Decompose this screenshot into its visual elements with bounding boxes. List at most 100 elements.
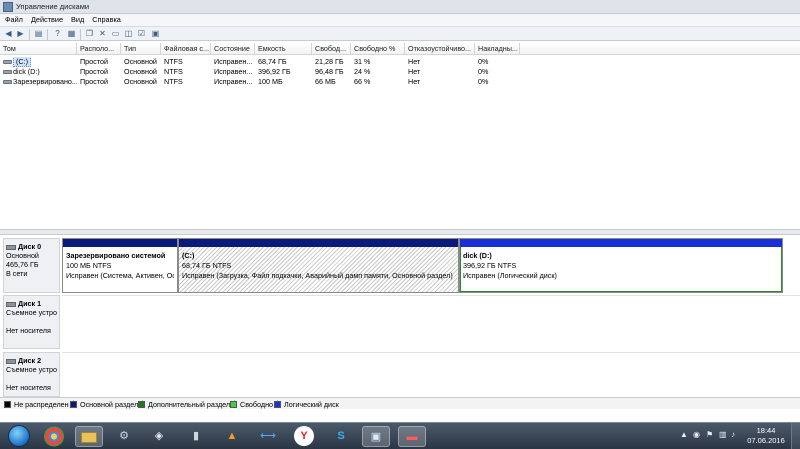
clock-date: 07.06.2016	[747, 436, 785, 445]
network-icon[interactable]: ▥	[719, 430, 727, 439]
column-filesystem[interactable]: Файловая с...	[161, 43, 211, 55]
volume-icon	[3, 80, 12, 85]
steam-icon[interactable]: ⚙	[110, 426, 138, 447]
disk-label[interactable]: Диск 1 Съемное устро Нет носителя	[3, 295, 60, 349]
disk-row: Диск 1 Съемное устро Нет носителя	[0, 295, 800, 351]
open-icon[interactable]: ◫	[123, 29, 134, 39]
yandex-icon[interactable]: Y	[294, 426, 314, 446]
column-layout[interactable]: Располо...	[77, 43, 121, 55]
flag-icon[interactable]: ⚑	[706, 430, 713, 439]
legend-swatch	[138, 401, 145, 408]
disk-size: 465,76 ГБ	[6, 260, 39, 269]
partition-type-bar	[63, 239, 177, 247]
menu-view[interactable]: Вид	[71, 15, 84, 24]
back-icon[interactable]: ◀	[3, 29, 14, 39]
show-desktop-button[interactable]	[791, 423, 800, 449]
column-overhead[interactable]: Накладны...	[475, 43, 520, 55]
disk-icon	[6, 301, 16, 307]
clock[interactable]: 18:44 07.06.2016	[745, 426, 787, 446]
status-cell: Исправен...	[214, 77, 253, 86]
disk-label[interactable]: Диск 0 Основной 465,76 ГБ В сети	[3, 238, 60, 293]
partition-info: dick (D:) 396,92 ГБ NTFS Исправен (Логич…	[463, 251, 779, 281]
disk-label[interactable]: Диск 2 Съемное устро Нет носителя	[3, 352, 60, 397]
disk-management-icon[interactable]: ▬	[398, 426, 426, 447]
column-free-space[interactable]: Свобод...	[312, 43, 351, 55]
window-title: Управление дисками	[16, 2, 90, 11]
volume-icon[interactable]: ♪	[731, 430, 735, 439]
tray-expand-icon[interactable]: ▲	[680, 430, 688, 439]
skype-icon[interactable]: S	[327, 426, 355, 447]
partition-reserved[interactable]: Зарезервировано системой 100 МБ NTFS Исп…	[62, 238, 178, 293]
teamviewer-icon[interactable]: ⟷	[254, 426, 282, 447]
unity-icon[interactable]: ◈	[145, 426, 173, 447]
properties-icon[interactable]: ▦	[66, 29, 77, 39]
capacity-cell: 396,92 ГБ	[258, 67, 291, 76]
media-icon[interactable]: ▮	[182, 426, 210, 447]
menu-file[interactable]: Файл	[5, 15, 23, 24]
help-icon[interactable]: ?	[52, 29, 63, 39]
legend-item: Логический диск	[274, 400, 339, 409]
volume-name: dick (D:)	[13, 67, 40, 76]
forward-icon[interactable]: ▶	[15, 29, 26, 39]
layout-cell: Простой	[80, 77, 108, 86]
vlc-icon[interactable]: ▲	[218, 426, 246, 447]
table-row[interactable]: dick (D:) Простой Основной NTFS Исправен…	[0, 67, 800, 77]
disk-empty-area	[62, 352, 800, 397]
table-row[interactable]: Зарезервировано... Простой Основной NTFS…	[0, 77, 800, 87]
chrome-icon[interactable]	[40, 426, 68, 447]
table-row[interactable]: (C:) Простой Основной NTFS Исправен... 6…	[0, 57, 800, 67]
status-cell: Исправен...	[214, 57, 253, 66]
status-cell: Исправен...	[214, 67, 253, 76]
tray-app-icon[interactable]: ◉	[693, 430, 700, 439]
overhead-cell: 0%	[478, 57, 489, 66]
partition-type-bar	[460, 239, 782, 247]
disk-name: Диск 1	[18, 299, 42, 308]
partition-type-bar	[179, 239, 458, 247]
disk-status: Нет носителя	[6, 383, 51, 392]
partition-name: Зарезервировано системой	[66, 251, 166, 260]
type-cell: Основной	[124, 67, 157, 76]
disk-name: Диск 2	[18, 356, 42, 365]
taskbar: ⚙ ◈ ▮ ▲ ⟷ Y S ▣ ▬ ▲ ◉ ⚑ ▥ ♪ 18:44 07.06.…	[0, 422, 800, 449]
overhead-cell: 0%	[478, 77, 489, 86]
type-cell: Основной	[124, 57, 157, 66]
volume-cell: dick (D:)	[0, 67, 77, 77]
column-type[interactable]: Тип	[121, 43, 161, 55]
delete-icon[interactable]: ✕	[97, 29, 108, 39]
overhead-cell: 0%	[478, 67, 489, 76]
fault-tolerance-cell: Нет	[408, 67, 421, 76]
legend-item: Свободно	[230, 400, 279, 409]
toolbar-separator	[29, 29, 30, 40]
fault-tolerance-cell: Нет	[408, 77, 421, 86]
network-app-icon[interactable]: ▣	[362, 426, 390, 447]
export-icon[interactable]: ▣	[150, 29, 161, 39]
column-status[interactable]: Состояние	[211, 43, 255, 55]
partition-status: Исправен (Загрузка, Файл подкачки, Авари…	[182, 271, 453, 280]
properties-icon[interactable]: ❐	[84, 29, 95, 39]
list-icon[interactable]: ▤	[33, 29, 44, 39]
disk-size	[6, 374, 57, 383]
legend-item: Дополнительный раздел	[138, 400, 236, 409]
disk-graph-view: Диск 0 Основной 465,76 ГБ В сети Зарезер…	[0, 235, 800, 397]
filesystem-cell: NTFS	[164, 67, 183, 76]
check-icon[interactable]: ☑	[136, 29, 147, 39]
folder-icon[interactable]: ▭	[110, 29, 121, 39]
legend-label: Не распределен	[14, 400, 69, 409]
volume-icon	[3, 60, 12, 65]
legend-item: Основной раздел	[70, 400, 144, 409]
start-button[interactable]	[8, 425, 30, 447]
menu-help[interactable]: Справка	[92, 15, 121, 24]
disk-status: Нет носителя	[6, 326, 51, 335]
partition-status: Исправен (Логический диск)	[463, 271, 557, 280]
partition-c[interactable]: (C:) 68,74 ГБ NTFS Исправен (Загрузка, Ф…	[178, 238, 459, 293]
free-space-cell: 21,28 ГБ	[315, 57, 344, 66]
menu-action[interactable]: Действие	[31, 15, 63, 24]
toolbar: ◀ ▶ ▤ ? ▦ ❐ ✕ ▭ ◫ ☑ ▣	[0, 26, 800, 41]
column-free-percent[interactable]: Свободно %	[351, 43, 405, 55]
column-fault-tolerance[interactable]: Отказоустойчиво...	[405, 43, 475, 55]
column-volume[interactable]: Том	[0, 43, 77, 55]
column-capacity[interactable]: Емкость	[255, 43, 312, 55]
volume-list: Том Располо... Тип Файловая с... Состоян…	[0, 43, 800, 229]
partition-d[interactable]: dick (D:) 396,92 ГБ NTFS Исправен (Логич…	[459, 238, 783, 293]
explorer-icon[interactable]	[75, 426, 103, 447]
